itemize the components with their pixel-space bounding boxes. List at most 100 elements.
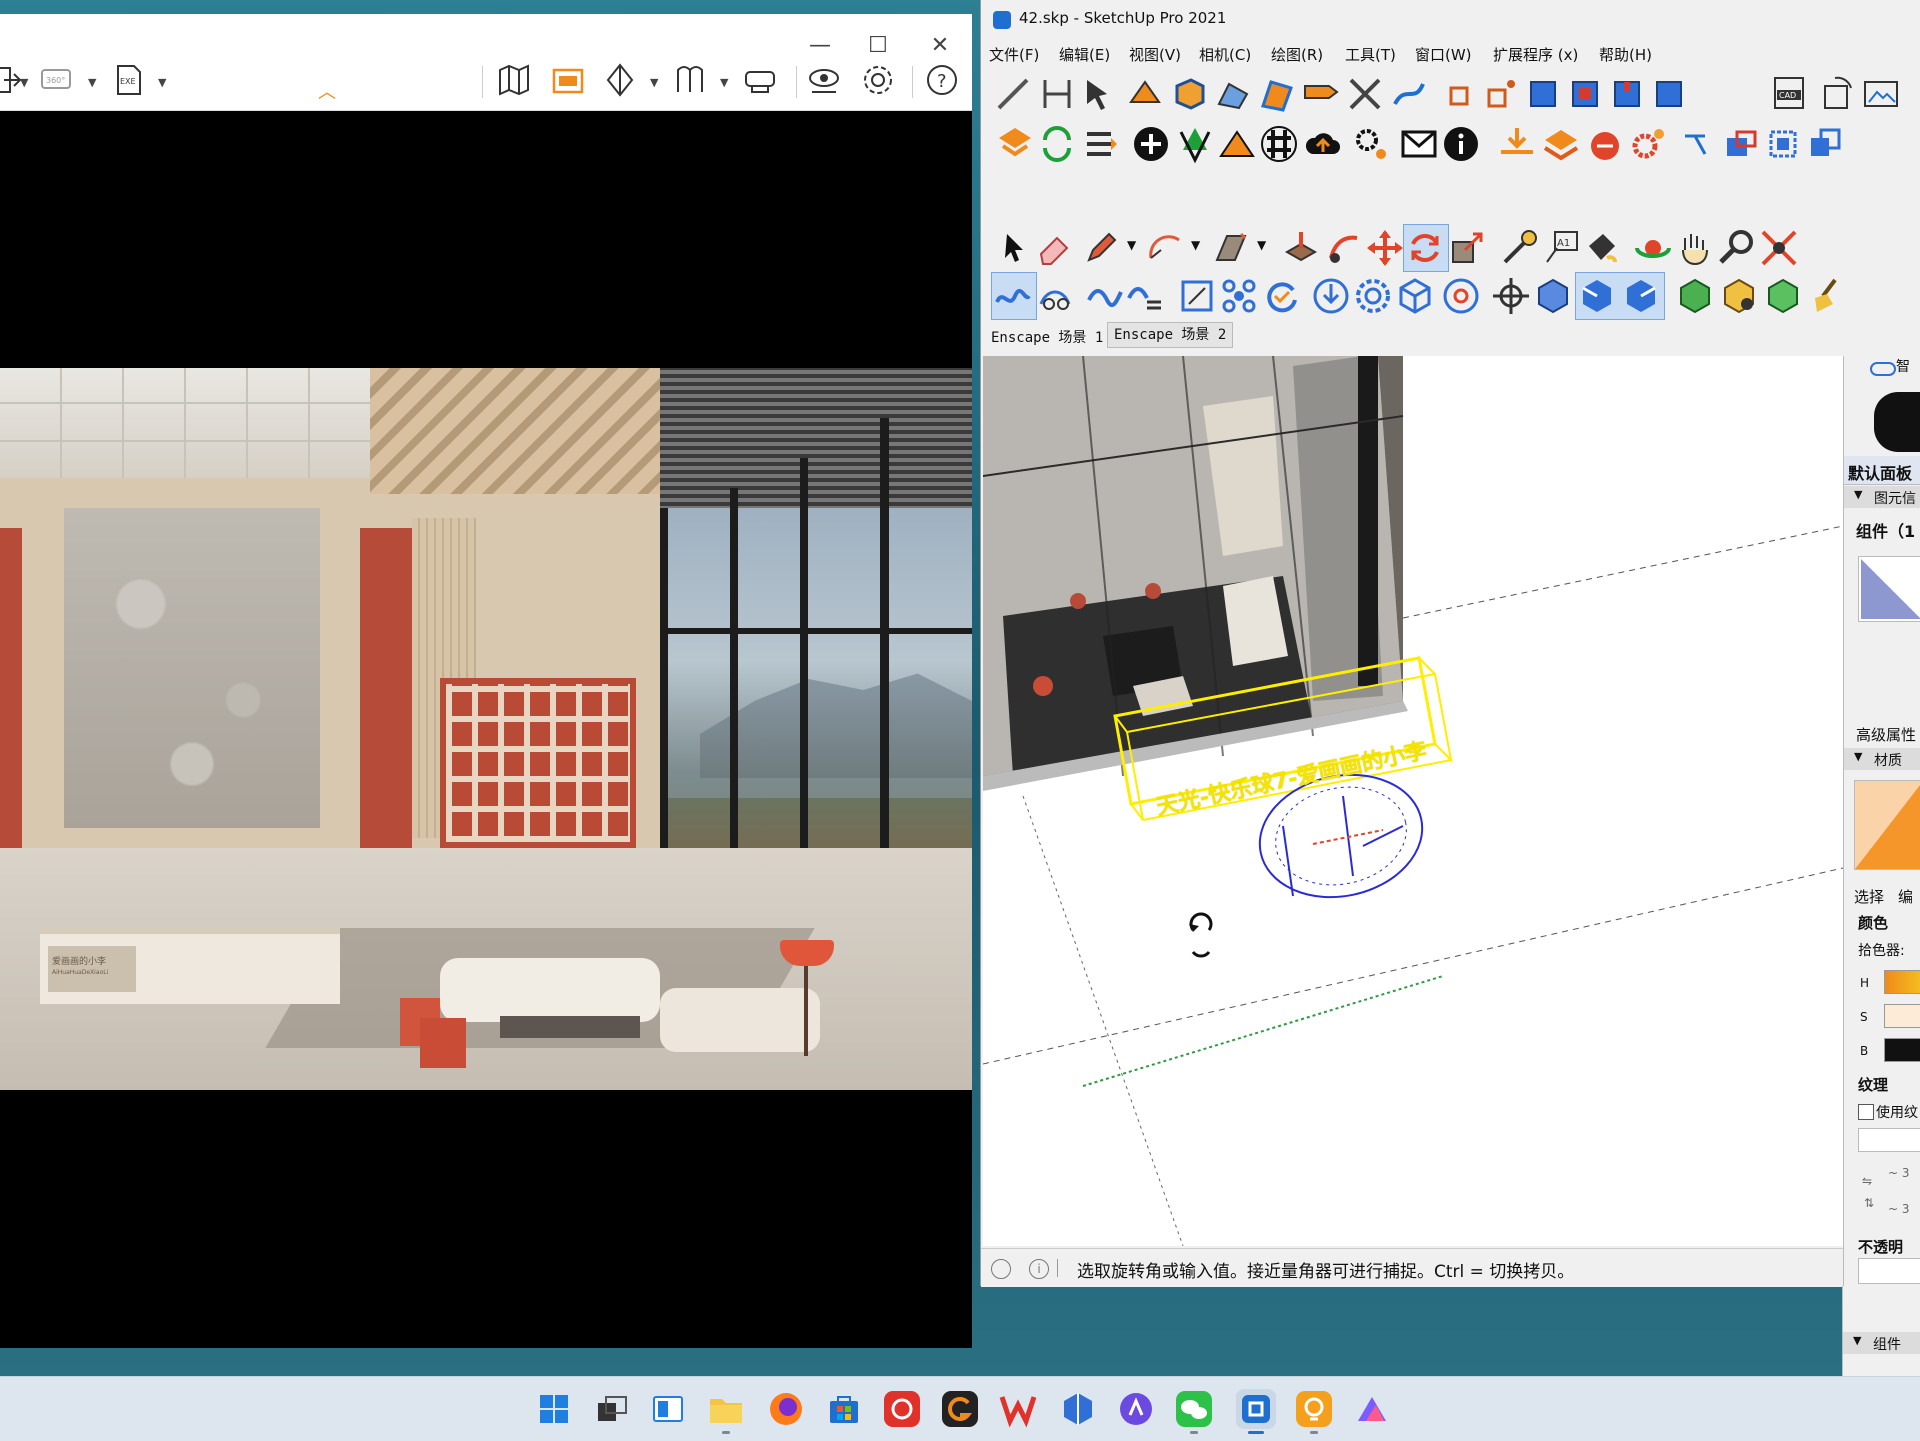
material-preview[interactable] [1854, 780, 1920, 870]
dimension-tool-icon[interactable] [1037, 74, 1077, 114]
follow-me-icon[interactable] [1323, 228, 1363, 268]
start-menu-icon[interactable] [534, 1389, 574, 1429]
scene-tab-1[interactable]: Enscape 场景 1 [985, 326, 1110, 350]
geo-location-icon[interactable] [991, 1259, 1011, 1279]
menu-window[interactable]: 窗口(W) [1415, 42, 1472, 68]
red-gear-icon[interactable] [1627, 124, 1667, 164]
tree-icon[interactable] [1175, 124, 1215, 164]
hue-slider[interactable] [1884, 970, 1920, 994]
crosshair-icon[interactable] [1491, 276, 1531, 316]
upload-model-icon[interactable] [672, 62, 712, 102]
entity-info-header[interactable]: ▼ 图元信 [1844, 486, 1920, 508]
maximize-button[interactable]: ☐ [854, 26, 902, 66]
vertex-tool-icon[interactable] [1441, 74, 1481, 114]
asset-library-icon[interactable] [550, 62, 590, 102]
checker-sphere-icon[interactable] [1259, 124, 1299, 164]
chevron-down-icon[interactable]: ▼ [650, 76, 662, 89]
info-icon[interactable]: i [1029, 1259, 1049, 1279]
frame-icon[interactable] [1177, 276, 1217, 316]
select-arrow-icon[interactable] [995, 228, 1035, 268]
select-tab[interactable]: 选择 [1854, 886, 1884, 907]
extrude-icon[interactable] [1125, 74, 1165, 114]
arc-icon[interactable] [1145, 228, 1185, 268]
green-cube-icon[interactable] [1763, 276, 1803, 316]
components-header[interactable]: ▼ 组件 [1843, 1332, 1920, 1354]
select-push-icon[interactable] [1079, 74, 1119, 114]
eraser-icon[interactable] [1035, 228, 1075, 268]
netease-music-icon[interactable] [882, 1389, 922, 1429]
purple-app-icon[interactable] [1116, 1389, 1156, 1429]
download-circle-icon[interactable] [1311, 276, 1351, 316]
sketchup-active-icon[interactable] [1236, 1389, 1276, 1429]
cad-import-icon[interactable]: CAD [1771, 74, 1811, 114]
minimize-button[interactable]: — [796, 26, 844, 66]
menu-tools[interactable]: 工具(T) [1345, 42, 1396, 68]
wave-lines-icon[interactable] [1125, 276, 1165, 316]
menu-file[interactable]: 文件(F) [989, 42, 1039, 68]
rotate-box-icon[interactable] [1817, 74, 1857, 114]
gear-icon[interactable] [860, 62, 900, 102]
orbit-icon[interactable] [1633, 228, 1673, 268]
curve-tool-icon[interactable] [993, 276, 1033, 316]
view-right-icon[interactable] [1607, 74, 1647, 114]
view-top-icon[interactable] [1523, 74, 1563, 114]
render-viewport[interactable]: 爱画画的小李 AiHuaHuaDeXiaoLi [0, 368, 972, 1090]
vertex-tool-2-icon[interactable] [1481, 74, 1521, 114]
menu-draw[interactable]: 绘图(R) [1271, 42, 1323, 68]
select-arrow-blue-icon[interactable] [1681, 124, 1721, 164]
move-icon[interactable] [1365, 228, 1405, 268]
add-circle-icon[interactable] [1131, 124, 1171, 164]
push-pull-icon[interactable] [1281, 228, 1321, 268]
plugin-orange-icon[interactable] [995, 124, 1035, 164]
wps-office-icon[interactable] [998, 1389, 1038, 1429]
vr-headset-icon[interactable] [742, 62, 782, 102]
help-icon[interactable]: ? [924, 62, 964, 102]
microsoft-store-icon[interactable] [824, 1389, 864, 1429]
edit-tab[interactable]: 编 [1898, 886, 1913, 907]
solid-cut-icon[interactable] [1577, 276, 1617, 316]
settings-gears-icon[interactable] [1351, 124, 1391, 164]
exe-export-icon[interactable]: EXE [112, 62, 152, 102]
paint-bucket-icon[interactable] [1581, 228, 1621, 268]
chevron-down-icon[interactable]: ▼ [88, 76, 100, 89]
material-swatch-blue[interactable] [1858, 556, 1920, 622]
box-icon[interactable] [1169, 74, 1209, 114]
map-icon[interactable] [496, 62, 536, 102]
menu-help[interactable]: 帮助(H) [1599, 42, 1652, 68]
component-stack-icon[interactable] [1805, 124, 1845, 164]
broom-icon[interactable] [1805, 276, 1845, 316]
opacity-field[interactable] [1858, 1258, 1920, 1284]
cut-icon[interactable] [1345, 74, 1385, 114]
saturation-slider[interactable] [1884, 1004, 1920, 1028]
rotate-icon[interactable] [1405, 228, 1445, 268]
texture-width[interactable]: ~ 3 [1888, 1166, 1910, 1180]
firefox-icon[interactable] [766, 1389, 806, 1429]
rectangle-icon[interactable] [1211, 228, 1251, 268]
info-icon[interactable] [1441, 124, 1481, 164]
orange-box-icon[interactable] [1719, 276, 1759, 316]
zoom-extents-icon[interactable] [1759, 228, 1799, 268]
bend-icon[interactable] [1389, 74, 1429, 114]
file-explorer-icon[interactable] [706, 1389, 746, 1429]
download-orange-icon[interactable] [1497, 124, 1537, 164]
widgets-icon[interactable] [648, 1389, 688, 1429]
curve-nodes-icon[interactable] [1035, 276, 1075, 316]
sweep-icon[interactable] [1301, 74, 1341, 114]
use-texture-checkbox[interactable] [1858, 1104, 1874, 1120]
refresh-check-icon[interactable] [1261, 276, 1301, 316]
material-editor-icon[interactable] [602, 62, 642, 102]
pan-hand-icon[interactable] [1675, 228, 1715, 268]
line-tool-icon[interactable] [993, 74, 1033, 114]
red-tool-icon[interactable] [1585, 124, 1625, 164]
menu-view[interactable]: 视图(V) [1129, 42, 1181, 68]
chevron-down-icon[interactable]: ▼ [1191, 238, 1200, 252]
enscape-taskbar-icon[interactable] [1294, 1389, 1334, 1429]
menu-camera[interactable]: 相机(C) [1199, 42, 1251, 68]
modeling-viewport[interactable]: 天光-快乐球7-爱画画的小李 [983, 356, 1843, 1246]
tape-measure-icon[interactable] [1499, 228, 1539, 268]
sketchup-taskbar-icon[interactable] [1058, 1389, 1098, 1429]
node-grid-icon[interactable] [1219, 276, 1259, 316]
cloud-upload-icon[interactable] [1303, 124, 1343, 164]
layers-orange-icon[interactable] [1541, 124, 1581, 164]
chevron-down-icon[interactable]: ▼ [1127, 238, 1136, 252]
